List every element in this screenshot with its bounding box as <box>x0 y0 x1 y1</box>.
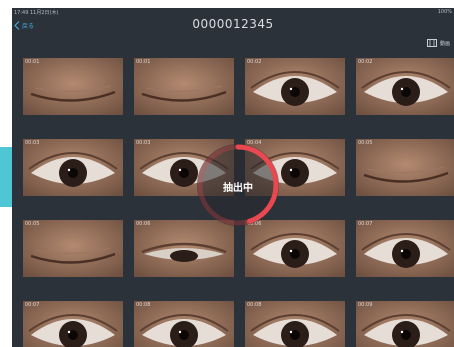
thumbnail-timestamp: 00:09 <box>358 302 373 308</box>
thumbnail-timestamp: 00:01 <box>136 59 151 65</box>
thumbnail-item[interactable]: 00:01 <box>23 58 123 115</box>
eye-image <box>356 139 454 196</box>
thumbnail-timestamp: 00:02 <box>247 59 262 65</box>
video-label: 動画 <box>439 40 450 47</box>
thumbnail-item[interactable]: 00:02 <box>245 58 345 115</box>
thumbnail-item[interactable]: 00:01 <box>134 58 234 115</box>
thumbnail-item[interactable]: 00:05 <box>23 220 123 277</box>
thumbnail-item[interactable]: 00:02 <box>356 58 454 115</box>
film-icon <box>426 39 437 47</box>
thumbnail-timestamp: 00:05 <box>358 140 373 146</box>
eye-image <box>356 58 454 115</box>
thumbnail-timestamp: 00:03 <box>136 140 151 146</box>
eye-image <box>23 58 123 115</box>
left-accent-tab <box>0 147 12 207</box>
eye-image <box>23 139 123 196</box>
thumbnail-item[interactable]: 00:03 <box>23 139 123 196</box>
status-time-date: 17:49 11月2日(木) <box>14 10 59 16</box>
thumbnail-item[interactable]: 00:09 <box>356 301 454 347</box>
extracting-progress-overlay: 抽出中 <box>193 140 283 230</box>
thumbnail-timestamp: 00:08 <box>136 302 151 308</box>
thumbnail-item[interactable]: 00:07 <box>356 220 454 277</box>
thumbnail-item[interactable]: 00:08 <box>245 301 345 347</box>
thumbnail-item[interactable]: 00:08 <box>134 301 234 347</box>
eye-image <box>23 220 123 277</box>
video-button[interactable]: 動画 <box>426 39 450 47</box>
thumbnail-timestamp: 00:05 <box>25 221 40 227</box>
thumbnail-item[interactable]: 00:07 <box>23 301 123 347</box>
thumbnail-item[interactable]: 00:05 <box>356 139 454 196</box>
eye-image <box>245 58 345 115</box>
thumbnail-timestamp: 00:02 <box>358 59 373 65</box>
thumbnail-timestamp: 00:07 <box>25 302 40 308</box>
thumbnail-timestamp: 00:03 <box>25 140 40 146</box>
thumbnail-timestamp: 00:06 <box>136 221 151 227</box>
thumbnail-timestamp: 00:01 <box>25 59 40 65</box>
thumbnail-timestamp: 00:07 <box>358 221 373 227</box>
eye-image <box>356 220 454 277</box>
thumbnail-timestamp: 00:08 <box>247 302 262 308</box>
page-title: 0000012345 <box>192 17 274 31</box>
status-battery: 100% <box>437 9 452 15</box>
app-screen: 17:49 11月2日(木) 100% 戻る 0000012345 動画 00:… <box>12 8 454 347</box>
eye-image <box>134 58 234 115</box>
extracting-label: 抽出中 <box>223 183 253 194</box>
